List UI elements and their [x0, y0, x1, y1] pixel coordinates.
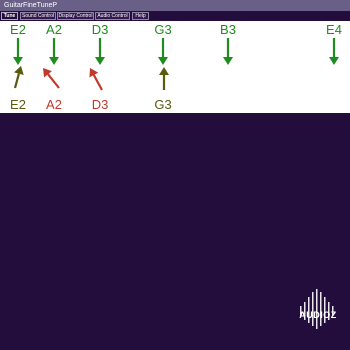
reference-down-arrow-icon — [95, 38, 105, 65]
reference-down-arrow-icon — [223, 38, 233, 65]
window-title: GuitarFineTuneP — [4, 2, 58, 9]
detected-pitch-arrow-icon — [13, 66, 24, 89]
reference-down-arrow-icon — [329, 38, 339, 65]
detected-pitch-arrow-icon — [43, 68, 60, 89]
tab-audio-control[interactable]: Audio Control — [95, 12, 130, 20]
tab-bar: Tune Sound Control Display Control Audio… — [0, 11, 350, 21]
tab-help[interactable]: Help — [132, 12, 149, 20]
tuner-panel: E2 A2 D3 G3 B3 E4 E2 A2 D3 G3 — [0, 21, 350, 113]
tab-display-control[interactable]: Display Control — [57, 12, 94, 20]
tab-tune[interactable]: Tune — [1, 12, 18, 20]
tuning-arrows — [13, 38, 339, 91]
reference-down-arrow-icon — [158, 38, 168, 65]
reference-down-arrow-icon — [49, 38, 59, 65]
watermark-text: AUDIOZ — [299, 310, 337, 320]
reference-down-arrow-icon — [13, 38, 23, 65]
detected-pitch-arrow-icon — [89, 68, 103, 91]
window-title-bar: GuitarFineTuneP — [0, 0, 350, 11]
detected-pitch-arrow-icon — [159, 67, 169, 90]
tab-sound-control[interactable]: Sound Control — [20, 12, 56, 20]
